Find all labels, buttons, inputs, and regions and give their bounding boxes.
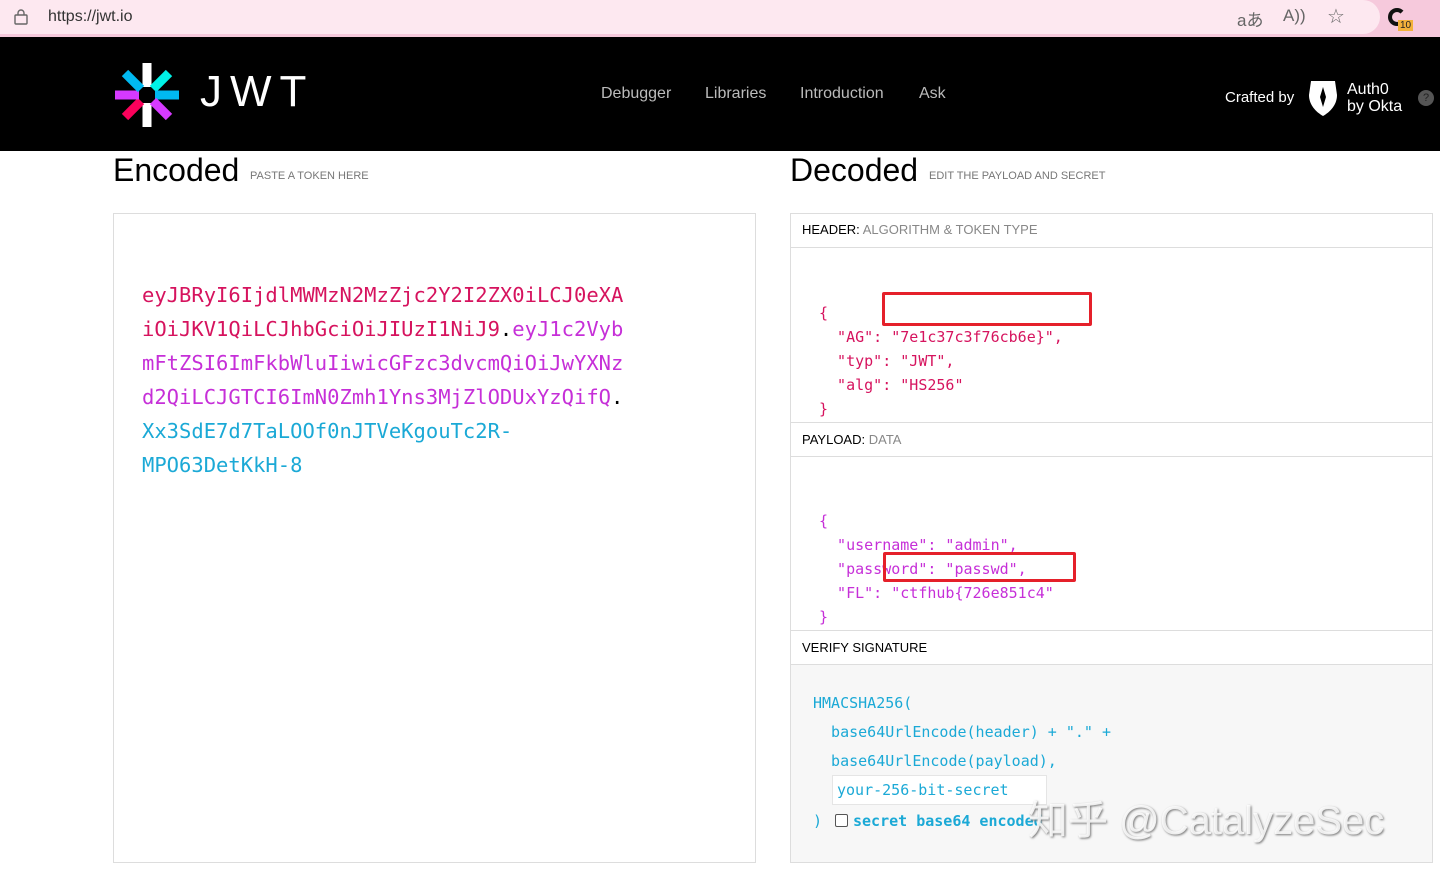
verify-line: base64UrlEncode(payload), — [813, 752, 1057, 770]
extension-badge: 10 — [1398, 20, 1414, 31]
brand-line1: Auth0 — [1347, 81, 1389, 98]
translate-icon[interactable]: aあ — [1237, 6, 1263, 31]
jwt-logo-icon[interactable] — [113, 61, 181, 129]
token-header-part: eyJBRyI6IjdlMWMzN2MzZjc2Y2I2ZX0iLCJ0eXA — [142, 283, 624, 307]
url-text[interactable]: https://jwt.io — [48, 8, 132, 26]
payload-label: PAYLOAD: — [802, 432, 866, 447]
brand-line2: by Okta — [1347, 98, 1403, 115]
json-line: } — [819, 400, 829, 418]
site-header: JWT Debugger Libraries Introduction Ask … — [0, 37, 1440, 151]
decoded-subtitle: EDIT THE PAYLOAD AND SECRET — [929, 170, 1106, 182]
header-section-label: HEADER: ALGORITHM & TOKEN TYPE — [791, 213, 1432, 248]
token-payload-part: eyJ1c2Vyb — [512, 317, 624, 341]
read-aloud-icon[interactable]: A)) — [1283, 6, 1306, 26]
encoded-token-input[interactable]: eyJBRyI6IjdlMWMzN2MzZjc2Y2I2ZX0iLCJ0eXA … — [113, 213, 756, 863]
decoded-panel: HEADER: ALGORITHM & TOKEN TYPE { "AG": "… — [790, 213, 1433, 863]
nav-libraries[interactable]: Libraries — [705, 85, 766, 103]
json-line: "typ": "JWT", — [819, 352, 955, 370]
highlight-box — [882, 292, 1092, 326]
checkbox-label[interactable]: secret base64 encoded — [853, 812, 1043, 830]
encoded-subtitle: PASTE A TOKEN HERE — [250, 170, 369, 182]
logo-text: JWT — [200, 67, 315, 116]
favorite-star-icon[interactable]: ☆ — [1327, 4, 1345, 29]
token-dot: . — [499, 317, 513, 341]
json-line: "alg": "HS256" — [819, 376, 964, 394]
nav-ask[interactable]: Ask — [919, 85, 946, 103]
verify-section-label: VERIFY SIGNATURE — [791, 630, 1432, 665]
watermark: 知乎 @CatalyzeSec — [1028, 799, 1385, 843]
json-line: "AG": "7e1c37c3f76cb6e}", — [819, 328, 1063, 346]
auth0-shield-icon[interactable] — [1308, 79, 1338, 117]
token-signature-part: Xx3SdE7d7TaLOOf0nJTVeKgouTc2R- — [142, 419, 513, 443]
highlight-box — [883, 552, 1076, 582]
address-bar[interactable]: https://jwt.io aあ A)) ☆ — [0, 0, 1380, 34]
browser-bar: https://jwt.io aあ A)) ☆ 10 — [0, 0, 1440, 37]
json-line: } — [819, 608, 829, 626]
verify-line: HMACSHA256( — [813, 694, 913, 712]
header-label: HEADER: — [802, 222, 860, 237]
nav-debugger[interactable]: Debugger — [601, 85, 671, 103]
token-signature-part: MPO63DetKkH-8 — [142, 453, 303, 477]
token-payload-part: d2QiLCJGTCI6ImN0Zmh1Yns3MjZlODUxYzQifQ — [142, 385, 611, 409]
header-sublabel: ALGORITHM & TOKEN TYPE — [862, 222, 1038, 237]
lock-icon — [14, 9, 28, 25]
help-icon[interactable]: ? — [1418, 90, 1434, 106]
verify-line: base64UrlEncode(header) + "." + — [813, 723, 1112, 741]
payload-section-label: PAYLOAD: DATA — [791, 422, 1432, 457]
token-payload-part: mFtZSI6ImFkbWluIiwicGFzc3dvcmQiOiJwYXNz — [142, 351, 624, 375]
crafted-by-label: Crafted by — [1225, 89, 1295, 106]
base64-encoded-checkbox[interactable] — [835, 814, 848, 827]
decoded-title: Decoded — [790, 152, 919, 188]
json-line: { — [819, 512, 829, 530]
nav-introduction[interactable]: Introduction — [800, 85, 884, 103]
payload-sublabel: DATA — [868, 432, 902, 447]
json-line: "FL": "ctfhub{726e851c4" — [819, 584, 1054, 602]
encoded-title: Encoded — [113, 152, 240, 188]
extension-icon[interactable]: 10 — [1386, 4, 1414, 32]
close-paren: ) — [813, 812, 823, 830]
token-header-part: iOiJKV1QiLCJhbGciOiJIUzI1NiJ9 — [142, 317, 500, 341]
token-dot: . — [611, 385, 624, 409]
auth0-brand[interactable]: Auth0 by Okta — [1347, 81, 1402, 115]
secret-input[interactable]: your-256-bit-secret — [832, 775, 1047, 805]
